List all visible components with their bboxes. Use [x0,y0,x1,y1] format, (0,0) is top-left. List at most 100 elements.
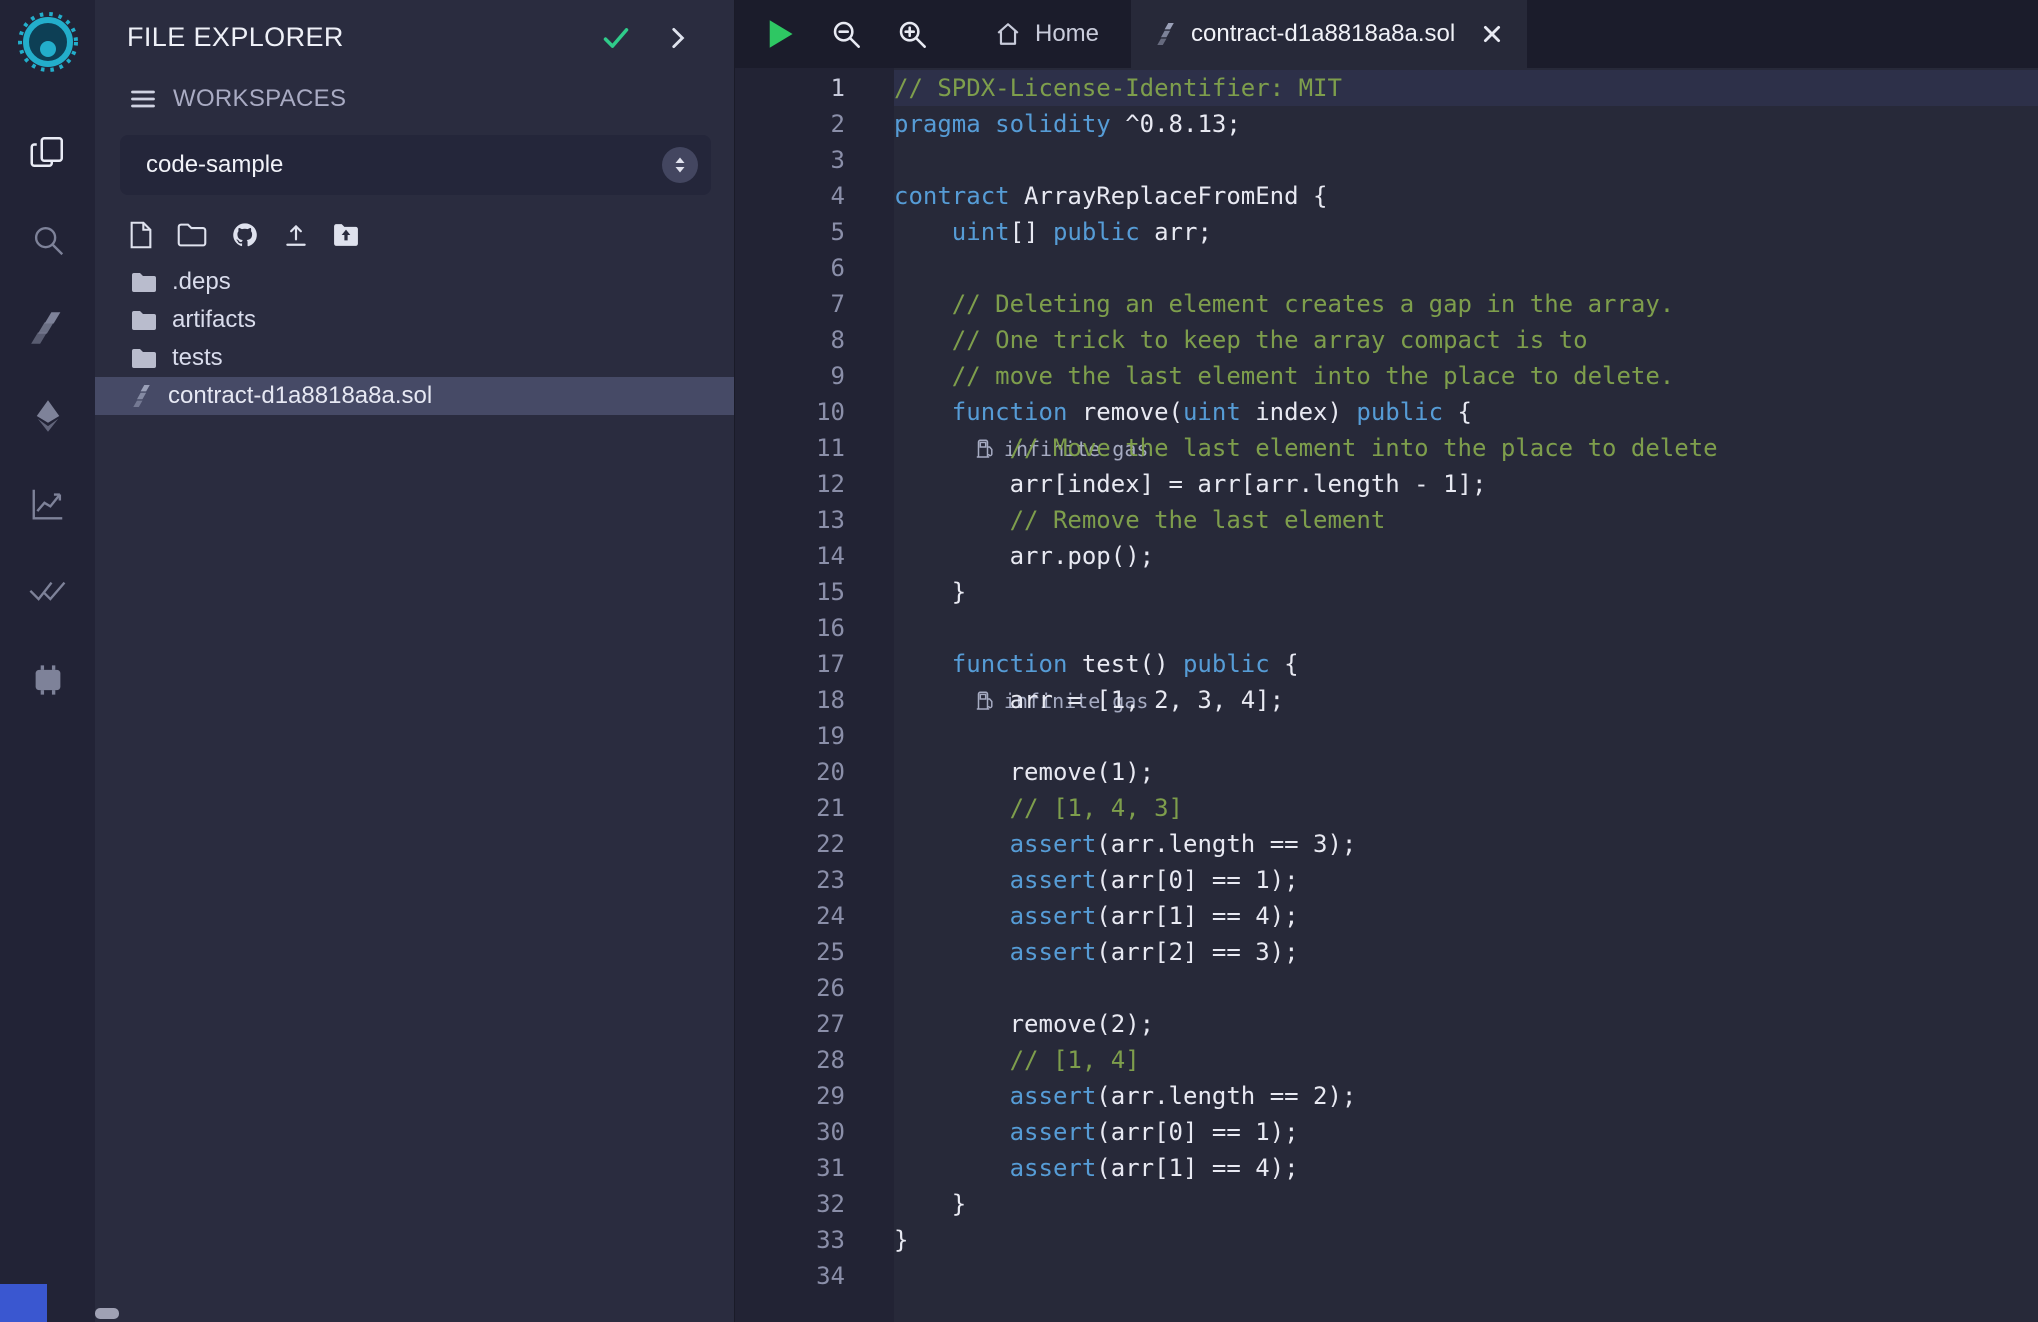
home-icon [995,21,1021,47]
code-line[interactable]: // move the last element into the place … [894,358,2038,394]
accept-check-icon[interactable] [602,24,630,52]
run-script-button[interactable] [765,18,795,50]
deploy-run-icon[interactable] [0,372,95,460]
code-line[interactable] [894,610,2038,646]
code-line[interactable]: assert(arr[0] == 1); [894,1114,2038,1150]
line-number: 15 [735,574,894,610]
tab-home-label: Home [1035,20,1099,48]
code-line[interactable]: // One trick to keep the array compact i… [894,322,2038,358]
code-line[interactable]: pragma solidity ^0.8.13; [894,106,2038,142]
new-file-icon[interactable] [129,221,153,249]
line-number: 5 [735,214,894,250]
code-line[interactable]: assert(arr.length == 2); [894,1078,2038,1114]
solidity-file-icon [131,384,153,408]
collapse-panel-chevron-icon[interactable] [664,25,690,51]
line-number: 26 [735,970,894,1006]
code-editor[interactable]: 1234567891011121314151617181920212223242… [735,68,2038,1322]
file-explorer-icon[interactable] [0,108,95,196]
code-line[interactable]: // SPDX-License-Identifier: MIT [894,70,2038,106]
code-line[interactable]: assert(arr[1] == 4); [894,898,2038,934]
editor-tabbar: Home contract-d1a8818a8a.sol [735,0,2038,68]
line-number: 21 [735,790,894,826]
code-content[interactable]: // SPDX-License-Identifier: MITpragma so… [894,68,2038,1322]
tab-contract-label: contract-d1a8818a8a.sol [1191,20,1455,48]
github-icon[interactable] [231,221,259,249]
code-line[interactable]: function test() public { infinite gas [894,646,2038,682]
code-line[interactable]: uint[] public arr; [894,214,2038,250]
line-number: 12 [735,466,894,502]
code-line[interactable]: assert(arr.length == 3); [894,826,2038,862]
folder-label: .deps [172,268,231,296]
line-number: 34 [735,1258,894,1294]
remix-ide: FILE EXPLORER WORKSPACES code-sample [0,0,2038,1322]
workspaces-menu[interactable]: WORKSPACES [95,85,734,113]
code-line[interactable]: // Move the last element into the place … [894,430,2038,466]
code-line[interactable]: contract ArrayReplaceFromEnd { [894,178,2038,214]
code-line[interactable]: function remove(uint index) public { inf… [894,394,2038,430]
line-number: 4 [735,178,894,214]
code-line[interactable]: } [894,1222,2038,1258]
upload-file-icon[interactable] [283,222,309,248]
line-number: 19 [735,718,894,754]
remix-logo[interactable] [16,8,80,80]
folder-item[interactable]: .deps [95,263,734,301]
plugin-manager-icon[interactable] [0,636,95,724]
code-line[interactable]: remove(1); [894,754,2038,790]
code-line[interactable] [894,142,2038,178]
code-line[interactable]: assert(arr[2] == 3); [894,934,2038,970]
solidity-file-icon [1155,22,1177,46]
code-line[interactable] [894,718,2038,754]
code-line[interactable]: // Deleting an element creates a gap in … [894,286,2038,322]
file-explorer-panel: FILE EXPLORER WORKSPACES code-sample [95,0,735,1322]
folder-item[interactable]: artifacts [95,301,734,339]
folder-icon [131,271,157,293]
tab-home[interactable]: Home [963,0,1131,68]
panel-title: FILE EXPLORER [127,22,602,53]
workspace-selected-value: code-sample [146,151,283,179]
line-number: 6 [735,250,894,286]
line-number: 14 [735,538,894,574]
line-number: 1 [735,70,894,106]
code-line[interactable]: // Remove the last element [894,502,2038,538]
search-icon[interactable] [0,196,95,284]
workspaces-label: WORKSPACES [173,85,346,113]
line-number: 32 [735,1186,894,1222]
folder-item[interactable]: tests [95,339,734,377]
code-line[interactable] [894,970,2038,1006]
line-number: 29 [735,1078,894,1114]
code-line[interactable]: // [1, 4] [894,1042,2038,1078]
code-line[interactable]: arr = [1, 2, 3, 4]; [894,682,2038,718]
solidity-compiler-icon[interactable] [0,284,95,372]
folder-label: artifacts [172,306,256,334]
unit-testing-icon[interactable] [0,548,95,636]
tab-contract-file[interactable]: contract-d1a8818a8a.sol [1131,0,1527,68]
statistics-icon[interactable] [0,460,95,548]
code-line[interactable]: assert(arr[1] == 4); [894,1150,2038,1186]
code-line[interactable]: assert(arr[0] == 1); [894,862,2038,898]
code-line[interactable] [894,250,2038,286]
workspace-select[interactable]: code-sample [120,135,711,195]
code-line[interactable]: } [894,1186,2038,1222]
line-number: 9 [735,358,894,394]
horizontal-scrollbar-thumb[interactable] [95,1308,119,1319]
line-number: 33 [735,1222,894,1258]
editor-area: Home contract-d1a8818a8a.sol 12345678910… [735,0,2038,1322]
code-line[interactable] [894,1258,2038,1294]
code-line[interactable]: } [894,574,2038,610]
line-number: 2 [735,106,894,142]
new-folder-icon[interactable] [177,222,207,248]
line-number: 22 [735,826,894,862]
line-number: 18 [735,682,894,718]
code-line[interactable]: // [1, 4, 3] [894,790,2038,826]
line-number: 8 [735,322,894,358]
line-number: 23 [735,862,894,898]
zoom-out-icon[interactable] [831,19,861,49]
upload-folder-icon[interactable] [333,223,359,247]
code-line[interactable]: arr.pop(); [894,538,2038,574]
file-item-selected[interactable]: contract-d1a8818a8a.sol [95,377,734,415]
close-tab-icon[interactable] [1481,23,1503,45]
code-line[interactable]: arr[index] = arr[arr.length - 1]; [894,466,2038,502]
zoom-in-icon[interactable] [897,19,927,49]
line-number: 28 [735,1042,894,1078]
code-line[interactable]: remove(2); [894,1006,2038,1042]
